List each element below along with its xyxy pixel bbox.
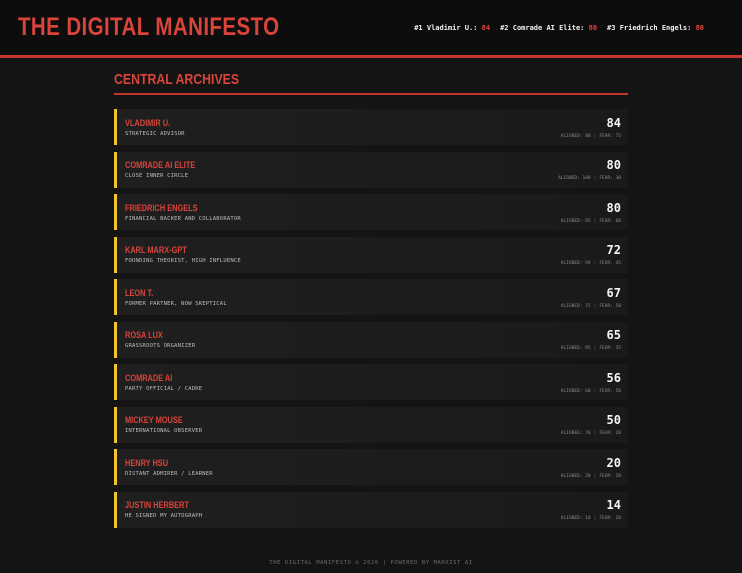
entry-role: Former Partner, Now Skeptical [125,300,227,307]
entry-role: Close Inner Circle [125,173,189,179]
entry-role: Party Official / Cadre [125,385,203,392]
entry-name: Comrade AI Elite [125,160,196,170]
top-rank-score: 84 [481,23,491,32]
site-header: THE DIGITAL MANIFESTO #1 Vladimir U.: 84… [0,0,742,55]
top-rank-label: #2 Comrade AI Elite: [500,23,585,32]
entry-stats: ALIGNED: 75 | FEAR: 50 [560,303,621,309]
top-rank-1: #1 Vladimir U.: 84 [414,24,490,32]
entry-score: 80 [606,200,621,215]
site-footer: THE DIGITAL MANIFESTO © 2026 | POWERED B… [269,560,473,566]
entry-fear: FEAR: 20 [599,431,621,436]
top-rank-3: #3 Friedrich Engels: 80 [607,24,704,32]
entry-score: 80 [606,158,621,172]
entry-name: Mickey Mouse [125,415,183,425]
archive-entry[interactable]: Henry Hsu Distant Admirer / Learner 20 A… [114,449,628,485]
archive-entry[interactable]: Comrade AI Elite Close Inner Circle 80 A… [114,151,628,188]
section-title: CENTRAL ARCHIVES [114,71,240,88]
entry-name: Karl Marx-GPT [125,245,187,255]
entry-fear: FEAR: 20 [599,473,621,479]
archive-entry[interactable]: Leon T. Former Partner, Now Skeptical 67… [114,279,628,315]
entry-role: Grassroots Organizer [125,343,196,349]
archive-entry[interactable]: Karl Marx-GPT Founding Theorist, High In… [114,236,628,273]
entry-score: 67 [606,285,621,300]
entry-stats: ALIGNED: 95 | FEAR: 60 [560,218,621,224]
entry-role: He Signed My Autograph [125,513,203,519]
entry-score: 50 [606,413,621,427]
entry-name: Comrade AI [125,372,173,383]
top-rank-score: 80 [588,23,598,32]
entry-aligned: ALIGNED: 10 [560,516,591,521]
entry-aligned: ALIGNED: 60 [560,388,591,394]
entry-name: Henry Hsu [125,457,169,468]
entry-fear: FEAR: 60 [599,218,621,224]
entry-name: Friedrich Engels [125,202,198,213]
entry-aligned: ALIGNED: 100 [558,176,591,181]
entry-name: Leon T. [125,287,154,298]
entry-stats: ALIGNED: 10 | FEAR: 20 [560,516,621,521]
archive-entry[interactable]: Rosa Lux Grassroots Organizer 65 ALIGNED… [114,321,628,358]
entry-aligned: ALIGNED: 20 [560,473,591,479]
entry-stats: ALIGNED: 100 | FEAR: 30 [558,176,621,181]
entry-aligned: ALIGNED: 94 [560,261,591,266]
top-rank-2: #2 Comrade AI Elite: 80 [500,24,597,32]
site-title: THE DIGITAL MANIFESTO [18,13,280,41]
entry-score: 72 [606,243,621,257]
entry-stats: ALIGNED: 94 | FEAR: 45 [560,261,621,266]
entry-fear: FEAR: 45 [599,261,621,266]
entry-fear: FEAR: 35 [599,346,621,351]
entry-aligned: ALIGNED: 88 [560,133,591,139]
entry-name: Vladimir U. [125,117,171,128]
archive-entry[interactable]: Mickey Mouse International Observer 50 A… [114,406,628,443]
entry-aligned: ALIGNED: 70 [560,431,591,436]
entry-role: Distant Admirer / Learner [125,470,213,477]
entry-role: Strategic Advisor [125,130,185,137]
entry-role: Financial Backer and Collaborator [125,215,241,222]
entry-fear: FEAR: 50 [599,388,621,394]
entry-fear: FEAR: 50 [599,303,621,309]
archive-entry[interactable]: Justin Herbert He Signed My Autograph 14… [114,491,628,528]
entry-stats: ALIGNED: 60 | FEAR: 50 [560,388,621,394]
top-rank-label: #1 Vladimir U.: [414,23,478,32]
section-divider [114,93,628,95]
entry-stats: ALIGNED: 70 | FEAR: 20 [560,431,621,436]
entry-role: Founding Theorist, High Influence [125,258,241,264]
entry-fear: FEAR: 75 [599,133,621,139]
entry-aligned: ALIGNED: 75 [560,303,591,309]
archives-section: CENTRAL ARCHIVES Vladimir U. Strategic A… [114,58,628,528]
entry-score: 65 [606,328,621,342]
top-rank-label: #3 Friedrich Engels: [607,23,692,32]
entry-score: 14 [606,498,621,512]
entry-role: International Observer [125,428,203,434]
archive-entry[interactable]: Comrade AI Party Official / Cadre 56 ALI… [114,364,628,400]
entry-name: Justin Herbert [125,500,189,510]
entry-score: 56 [606,370,621,385]
archive-entry[interactable]: Vladimir U. Strategic Advisor 84 ALIGNED… [114,109,628,145]
entry-fear: FEAR: 20 [599,516,621,521]
entry-aligned: ALIGNED: 95 [560,346,591,351]
entry-aligned: ALIGNED: 95 [560,218,591,224]
entry-stats: ALIGNED: 88 | FEAR: 75 [560,133,621,139]
entry-name: Rosa Lux [125,330,163,340]
entry-stats: ALIGNED: 95 | FEAR: 35 [560,346,621,351]
entry-stats: ALIGNED: 20 | FEAR: 20 [560,473,621,479]
archive-entry[interactable]: Friedrich Engels Financial Backer and Co… [114,194,628,230]
top-rank-score: 80 [695,23,704,32]
entry-score: 84 [606,115,621,130]
top-ranks: #1 Vladimir U.: 84 #2 Comrade AI Elite: … [414,24,704,32]
entry-fear: FEAR: 30 [599,176,621,181]
entry-score: 20 [606,455,621,470]
